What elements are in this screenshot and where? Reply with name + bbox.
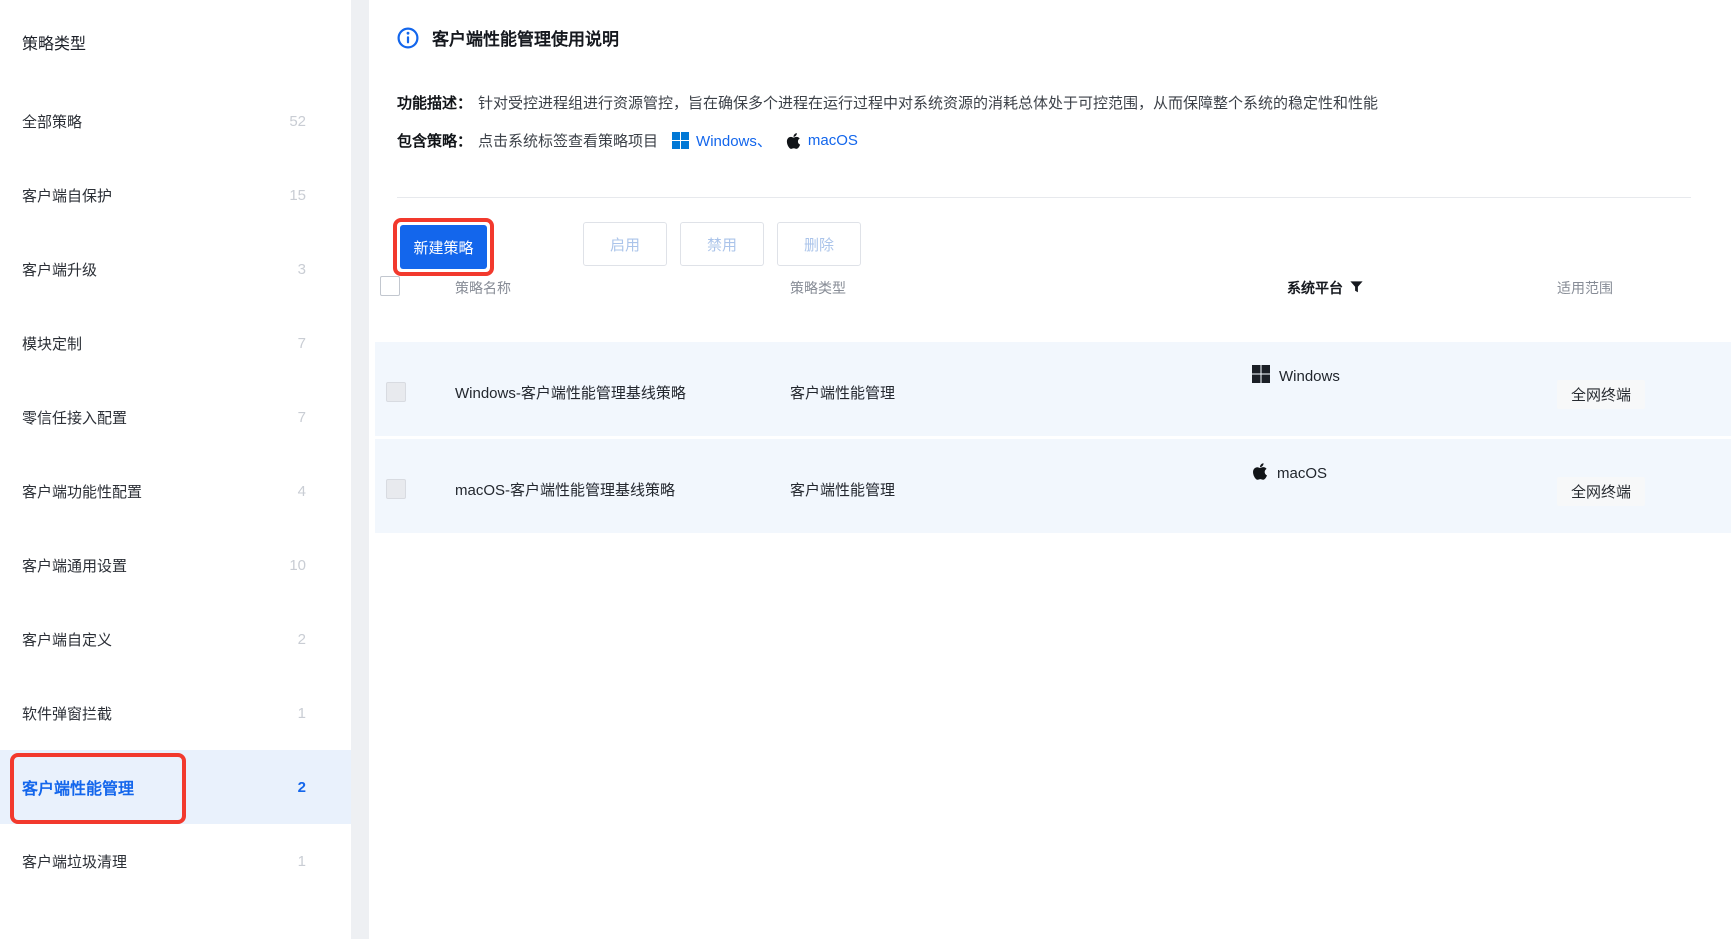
enable-button[interactable]: 启用 <box>583 222 667 266</box>
sidebar-item-count: 3 <box>297 260 306 278</box>
column-header-platform-label: 系统平台 <box>1287 280 1343 296</box>
sidebar-item-module-customization[interactable]: 模块定制 7 <box>0 306 351 380</box>
platform-cell[interactable]: macOS <box>1252 462 1327 485</box>
table-header-row: 策略名称 策略类型 系统平台 适用范围 <box>375 276 1731 300</box>
sidebar-item-count: 7 <box>297 334 306 352</box>
select-all-checkbox[interactable] <box>380 276 400 296</box>
sidebar-item-client-functional-config[interactable]: 客户端功能性配置 4 <box>0 454 351 528</box>
sidebar-item-label: 客户端升级 <box>22 261 98 279</box>
sidebar-item-label: 客户端自保护 <box>22 187 113 205</box>
sidebar-title: 策略类型 <box>22 36 87 53</box>
info-icon <box>397 27 419 49</box>
scope-badge: 全网终端 <box>1557 380 1646 409</box>
sidebar-item-count: 2 <box>297 778 306 796</box>
windows-logo-icon <box>672 132 690 149</box>
included-policies-line: 包含策略： 点击系统标签查看策略项目 Windows、 macOS <box>397 130 858 151</box>
row-checkbox[interactable] <box>386 479 406 499</box>
macos-link-label: macOS <box>807 132 858 149</box>
column-header-policy-name: 策略名称 <box>455 280 511 296</box>
sidebar-item-count: 1 <box>297 852 306 870</box>
sidebar-item-label: 全部策略 <box>22 113 83 131</box>
client-policy-management-page: 策略类型 全部策略 52 客户端自保护 15 客户端升级 3 模块定制 7 零信… <box>0 0 1731 939</box>
included-policies-text: 点击系统标签查看策略项目 <box>478 133 659 150</box>
platform-cell[interactable]: Windows <box>1252 365 1340 387</box>
scope-badge: 全网终端 <box>1557 477 1646 506</box>
column-header-platform[interactable]: 系统平台 <box>1287 278 1363 298</box>
sidebar-item-count: 1 <box>297 704 306 722</box>
policy-name-cell: Windows-客户端性能管理基线策略 <box>455 385 686 402</box>
sidebar-item-label: 客户端自定义 <box>22 631 113 649</box>
sidebar-item-client-performance-management[interactable]: 客户端性能管理 2 <box>0 750 351 824</box>
section-divider <box>397 197 1691 198</box>
feature-description-label: 功能描述： <box>397 95 473 112</box>
column-header-scope: 适用范围 <box>1557 280 1613 296</box>
sidebar-item-count: 10 <box>289 556 306 574</box>
main-content: 客户端性能管理使用说明 功能描述： 针对受控进程组进行资源管控，旨在确保多个进程… <box>375 0 1731 939</box>
sidebar-item-label: 零信任接入配置 <box>22 409 128 427</box>
usage-header: 客户端性能管理使用说明 <box>397 25 619 50</box>
policy-type-cell: 客户端性能管理 <box>790 482 896 499</box>
panel-divider <box>351 0 369 939</box>
table-row-macos-policy[interactable]: macOS-客户端性能管理基线策略 客户端性能管理 macOS 全网终端 <box>375 439 1731 533</box>
sidebar-item-client-general-settings[interactable]: 客户端通用设置 10 <box>0 528 351 602</box>
sidebar-item-popup-blocking[interactable]: 软件弹窗拦截 1 <box>0 676 351 750</box>
disable-button[interactable]: 禁用 <box>680 222 764 266</box>
sidebar-item-count: 15 <box>289 186 306 204</box>
feature-description-text: 针对受控进程组进行资源管控，旨在确保多个进程在运行过程中对系统资源的消耗总体处于… <box>478 95 1379 112</box>
sidebar-item-label: 客户端通用设置 <box>22 557 128 575</box>
policy-type-cell: 客户端性能管理 <box>790 385 896 402</box>
sidebar-item-client-customization[interactable]: 客户端自定义 2 <box>0 602 351 676</box>
apple-logo-icon <box>786 132 801 150</box>
row-checkbox[interactable] <box>386 382 406 402</box>
sidebar-item-count: 52 <box>289 112 306 130</box>
policy-name-cell: macOS-客户端性能管理基线策略 <box>455 482 676 499</box>
sidebar-item-client-upgrade[interactable]: 客户端升级 3 <box>0 232 351 306</box>
filter-funnel-icon[interactable] <box>1350 280 1363 296</box>
sidebar-item-label: 模块定制 <box>22 335 83 353</box>
sidebar-item-label: 客户端功能性配置 <box>22 483 143 501</box>
annotation-highlight-new-policy-button: 新建策略 <box>393 218 494 276</box>
sidebar-policy-types: 策略类型 全部策略 52 客户端自保护 15 客户端升级 3 模块定制 7 零信… <box>0 0 351 939</box>
sidebar-item-count: 4 <box>297 482 306 500</box>
sidebar-item-label: 软件弹窗拦截 <box>22 705 113 723</box>
sidebar-item-label: 客户端垃圾清理 <box>22 853 128 871</box>
policy-toolbar: 新建策略 启用 禁用 删除 <box>375 216 1731 276</box>
windows-platform-link[interactable]: Windows、 <box>672 130 772 151</box>
sidebar-item-client-self-protection[interactable]: 客户端自保护 15 <box>0 158 351 232</box>
sidebar-item-all-policies[interactable]: 全部策略 52 <box>0 84 351 158</box>
column-header-policy-type: 策略类型 <box>790 280 846 296</box>
sidebar-item-count: 7 <box>297 408 306 426</box>
platform-label: Windows <box>1279 367 1340 385</box>
sidebar-item-client-junk-cleanup[interactable]: 客户端垃圾清理 1 <box>0 824 351 898</box>
new-policy-button[interactable]: 新建策略 <box>400 225 487 269</box>
sidebar-item-zero-trust-access[interactable]: 零信任接入配置 7 <box>0 380 351 454</box>
delete-button[interactable]: 删除 <box>777 222 861 266</box>
sidebar-item-label: 客户端性能管理 <box>22 781 135 798</box>
windows-logo-icon <box>1252 365 1270 387</box>
platform-label: macOS <box>1277 465 1328 482</box>
feature-description-line: 功能描述： 针对受控进程组进行资源管控，旨在确保多个进程在运行过程中对系统资源的… <box>397 92 1378 113</box>
included-policies-label: 包含策略： <box>397 133 473 150</box>
apple-logo-icon <box>1252 462 1268 485</box>
macos-platform-link[interactable]: macOS <box>786 132 858 150</box>
sidebar-item-count: 2 <box>297 630 306 648</box>
usage-title: 客户端性能管理使用说明 <box>432 30 619 49</box>
table-row-windows-policy[interactable]: Windows-客户端性能管理基线策略 客户端性能管理 Windows 全网终端 <box>375 342 1731 436</box>
windows-link-label: Windows、 <box>696 133 772 150</box>
